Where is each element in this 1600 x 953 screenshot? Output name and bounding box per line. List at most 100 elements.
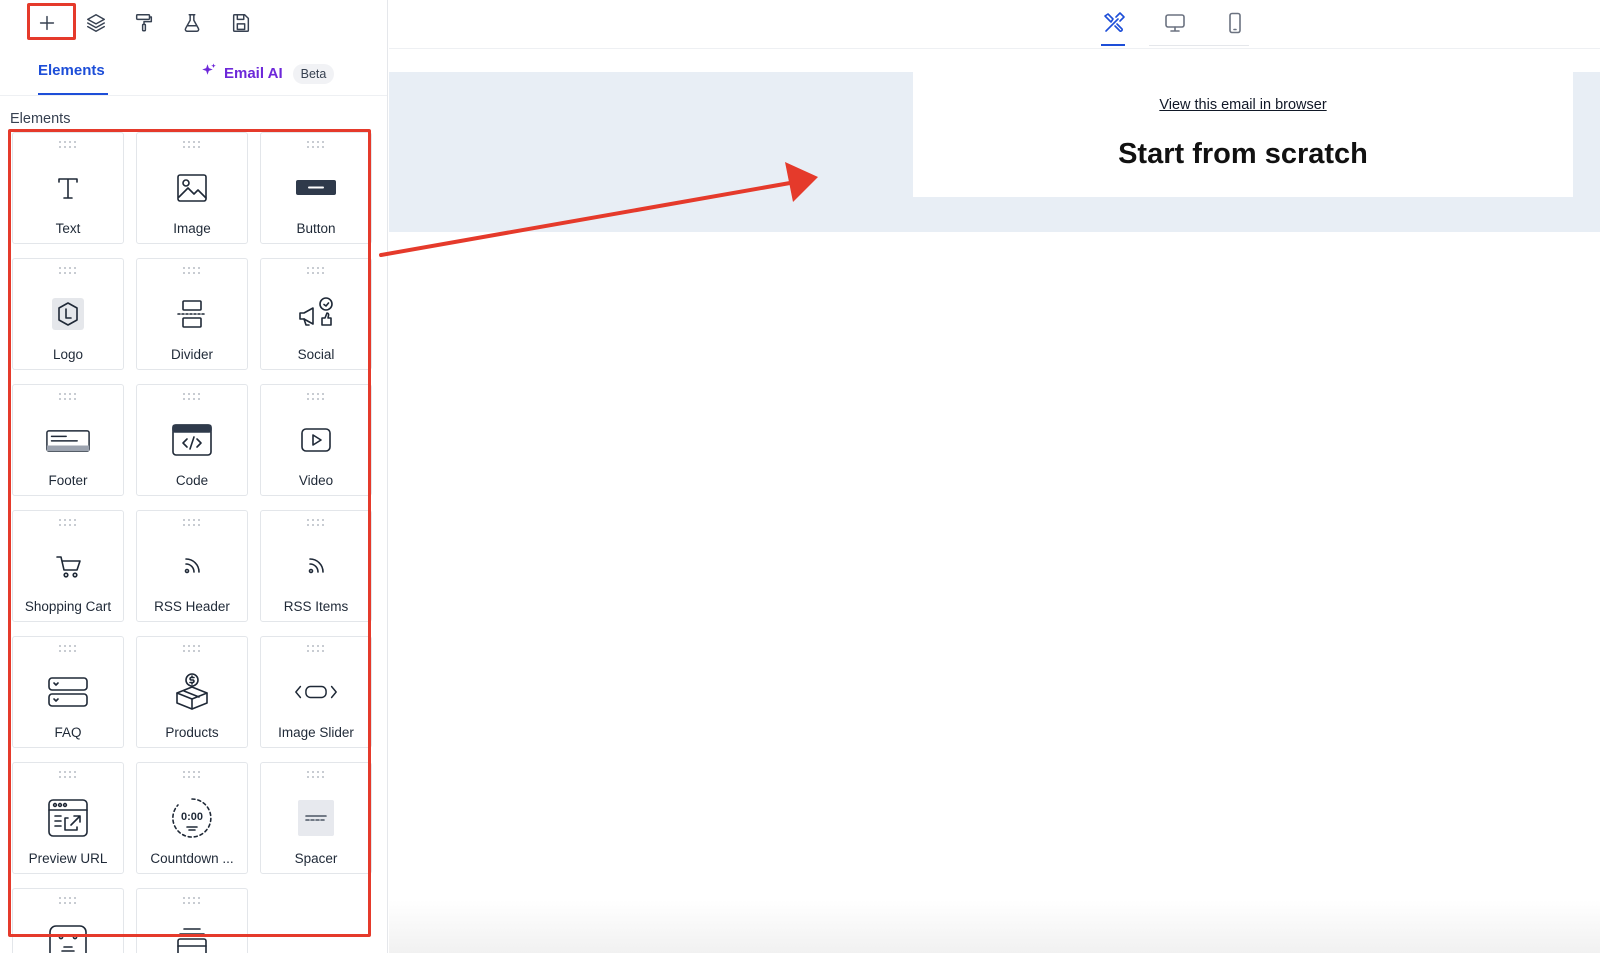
video-icon	[294, 419, 338, 461]
sidebar-toolbar	[0, 0, 387, 46]
tools-icon	[1104, 12, 1125, 32]
drag-handle-icon[interactable]	[307, 519, 325, 527]
button-icon	[294, 167, 338, 209]
element-card-label: FAQ	[54, 725, 82, 740]
element-card-label: Spacer	[294, 851, 338, 866]
view-in-browser-link[interactable]: View this email in browser	[913, 97, 1573, 113]
drag-handle-icon[interactable]	[307, 267, 325, 275]
drag-handle-icon[interactable]	[183, 771, 201, 779]
elements-section-title: Elements	[10, 111, 71, 127]
link-icon	[46, 923, 90, 953]
image-slider-icon	[294, 671, 338, 713]
products-icon	[170, 671, 214, 713]
element-card-shopping-cart[interactable]: Shopping Cart	[12, 510, 124, 622]
element-card-stack[interactable]	[136, 888, 248, 953]
element-card-footer[interactable]: Footer	[12, 384, 124, 496]
drag-handle-icon[interactable]	[183, 519, 201, 527]
save-button[interactable]	[223, 5, 259, 41]
active-tab-indicator	[38, 93, 108, 95]
element-card-label: Image Slider	[278, 725, 354, 740]
element-card-rss-header[interactable]: RSS Header	[136, 510, 248, 622]
element-card-faq[interactable]: FAQ	[12, 636, 124, 748]
sparkle-icon	[200, 62, 218, 85]
tab-email-ai[interactable]: Email AI Beta	[200, 62, 335, 85]
edit-mode-button[interactable]	[1096, 8, 1132, 38]
drag-handle-icon[interactable]	[307, 771, 325, 779]
email-header-block[interactable]: View this email in browser Start from sc…	[913, 72, 1573, 197]
drag-handle-icon[interactable]	[307, 393, 325, 401]
sidebar-tabs: Elements Email AI Beta	[0, 48, 387, 96]
element-card-label: Countdown ...	[150, 851, 234, 866]
drag-handle-icon[interactable]	[183, 267, 201, 275]
paint-roller-icon	[135, 14, 153, 32]
drag-handle-icon[interactable]	[183, 897, 201, 905]
drag-handle-icon[interactable]	[183, 393, 201, 401]
element-card-code[interactable]: Code	[136, 384, 248, 496]
rss-icon	[170, 545, 214, 587]
element-card-image[interactable]: Image	[136, 132, 248, 244]
add-elements-button[interactable]	[29, 5, 65, 41]
drag-handle-icon[interactable]	[59, 645, 77, 653]
element-card-label: Text	[55, 221, 81, 236]
drag-handle-icon[interactable]	[183, 645, 201, 653]
element-card-countdown[interactable]: 0:00 Countdown ...	[136, 762, 248, 874]
element-card-label: Footer	[48, 473, 88, 488]
social-icon	[294, 293, 338, 335]
drag-handle-icon[interactable]	[59, 771, 77, 779]
element-card-image-slider[interactable]: Image Slider	[260, 636, 372, 748]
styles-button[interactable]	[126, 5, 162, 41]
element-card-label: Social	[297, 347, 335, 362]
beta-badge: Beta	[292, 63, 335, 84]
element-card-divider[interactable]: Divider	[136, 258, 248, 370]
preview-url-icon	[46, 797, 90, 839]
element-card-label: Image	[173, 221, 211, 236]
element-card-button[interactable]: Button	[260, 132, 372, 244]
drag-handle-icon[interactable]	[59, 393, 77, 401]
element-card-label: Shopping Cart	[24, 599, 112, 614]
canvas-bottom-shade	[389, 900, 1600, 953]
element-card-video[interactable]: Video	[260, 384, 372, 496]
element-card-logo[interactable]: Logo	[12, 258, 124, 370]
drag-handle-icon[interactable]	[59, 267, 77, 275]
faq-icon	[46, 671, 90, 713]
element-card-social[interactable]: Social	[260, 258, 372, 370]
mobile-icon	[1229, 12, 1241, 34]
countdown-icon: 0:00	[170, 797, 214, 839]
element-card-preview-url[interactable]: Preview URL	[12, 762, 124, 874]
element-card-label: Products	[165, 725, 219, 740]
element-card-label: Logo	[52, 347, 84, 362]
email-heading[interactable]: Start from scratch	[913, 138, 1573, 171]
element-card-text[interactable]: Text	[12, 132, 124, 244]
element-card-label: Video	[298, 473, 334, 488]
element-card-products[interactable]: Products	[136, 636, 248, 748]
element-card-rss-items[interactable]: RSS Items	[260, 510, 372, 622]
element-card-spacer[interactable]: Spacer	[260, 762, 372, 874]
drag-handle-icon[interactable]	[59, 141, 77, 149]
spacer-icon	[294, 797, 338, 839]
desktop-preview-button[interactable]	[1157, 8, 1193, 38]
element-card-link[interactable]	[12, 888, 124, 953]
footer-icon	[46, 419, 90, 461]
tab-elements[interactable]: Elements	[38, 62, 105, 79]
active-mode-indicator	[1101, 44, 1125, 46]
element-card-label: RSS Header	[154, 599, 230, 614]
layers-button[interactable]	[78, 5, 114, 41]
test-button[interactable]	[174, 5, 210, 41]
drag-handle-icon[interactable]	[59, 897, 77, 905]
text-icon	[46, 167, 90, 209]
element-card-label: Divider	[170, 347, 213, 362]
drag-handle-icon[interactable]	[307, 645, 325, 653]
rss-icon	[294, 545, 338, 587]
left-sidebar: Elements Email AI Beta Elements Text Ima…	[0, 0, 388, 953]
flask-icon	[184, 14, 200, 32]
drag-handle-icon[interactable]	[59, 519, 77, 527]
drag-handle-icon[interactable]	[307, 141, 325, 149]
layers-icon	[87, 14, 105, 32]
save-icon	[232, 14, 250, 32]
drag-handle-icon[interactable]	[183, 141, 201, 149]
element-card-label: RSS Items	[283, 599, 349, 614]
mobile-preview-button[interactable]	[1217, 8, 1253, 38]
logo-icon	[46, 293, 90, 335]
image-icon	[170, 167, 214, 209]
desktop-icon	[1165, 14, 1185, 32]
